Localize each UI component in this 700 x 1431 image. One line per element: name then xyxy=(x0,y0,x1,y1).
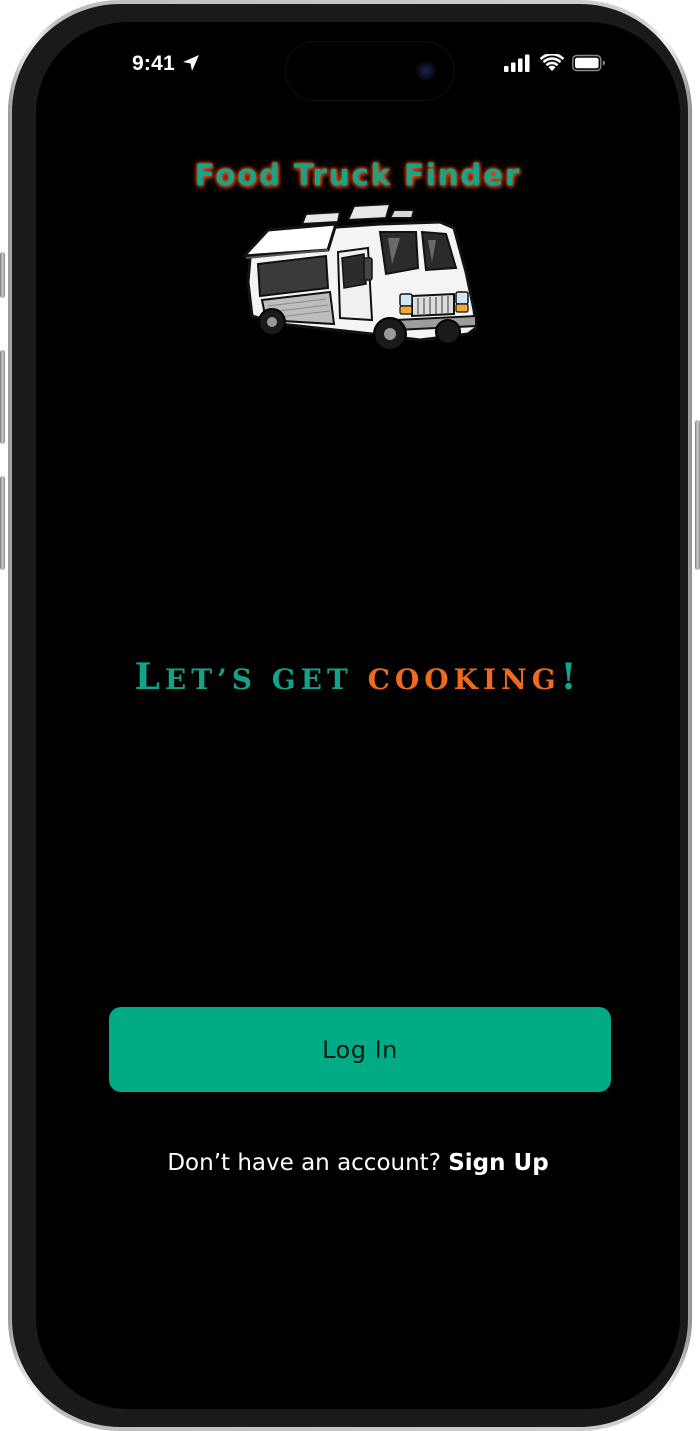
tagline-part-2: et’s get xyxy=(164,663,368,696)
signup-row: Don’t have an account? Sign Up xyxy=(36,1150,680,1176)
action-button xyxy=(0,252,5,298)
power-button xyxy=(695,420,700,570)
tagline-heading: Let’s get cooking! xyxy=(36,656,680,698)
app-title: Food Truck Finder xyxy=(194,158,522,192)
app-screen: 9:41 Food Truck Finder LET’S GET COOKING… xyxy=(36,22,680,1409)
signup-prompt: Don’t have an account? xyxy=(167,1150,449,1176)
signup-link[interactable]: Sign Up xyxy=(448,1150,548,1176)
volume-down-button xyxy=(0,476,5,570)
tagline-part-1: L xyxy=(134,656,165,698)
phone-frame: 9:41 Food Truck Finder LET’S GET COOKING… xyxy=(0,0,700,1431)
cellular-signal-icon xyxy=(504,54,530,72)
tagline-highlight: cooking xyxy=(367,663,561,696)
food-truck-logo xyxy=(242,202,478,351)
volume-up-button xyxy=(0,350,5,444)
dynamic-island xyxy=(286,42,454,100)
wifi-icon xyxy=(540,54,564,71)
status-indicators xyxy=(504,54,606,72)
camera-icon xyxy=(416,61,436,81)
location-arrow-icon xyxy=(183,55,199,71)
login-button[interactable]: Log In xyxy=(109,1007,611,1092)
tagline-part-3: ! xyxy=(560,656,582,698)
battery-icon xyxy=(572,54,605,72)
status-time: 9:41 xyxy=(132,52,175,75)
